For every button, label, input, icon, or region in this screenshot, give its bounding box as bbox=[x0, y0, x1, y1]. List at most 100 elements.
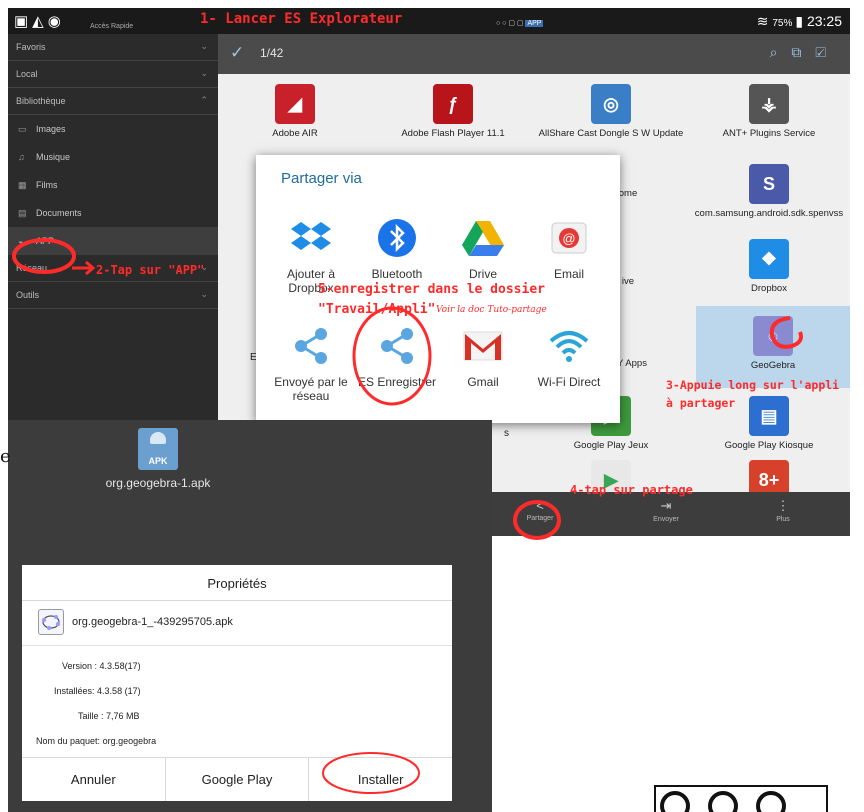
send-button[interactable]: ⇥ Envoyer bbox=[626, 498, 706, 523]
dropbox-icon bbox=[288, 215, 334, 261]
sidebar-section-label: Réseau bbox=[16, 263, 48, 273]
cancel-button[interactable]: Annuler bbox=[22, 758, 166, 801]
kiosque-icon: ▤ bbox=[749, 396, 789, 436]
stray-text: e bbox=[0, 446, 11, 467]
grid-fragment: s bbox=[504, 428, 509, 439]
cc-icon bbox=[660, 791, 690, 812]
share-option-label: Wi-Fi Direct bbox=[537, 375, 601, 389]
gmail-icon bbox=[460, 323, 506, 369]
apk-file-name: org.geogebra-1.apk bbox=[105, 476, 211, 490]
more-label: Plus bbox=[776, 516, 790, 523]
sidebar-item-label: Films bbox=[36, 180, 58, 190]
drive-icon bbox=[460, 215, 506, 261]
app-ant-plugins[interactable]: ⚶ ANT+ Plugins Service bbox=[692, 84, 846, 139]
share-option-label: ES Enregistrer bbox=[357, 375, 437, 389]
status-app-chip: APP bbox=[525, 20, 544, 27]
sidebar-item-images[interactable]: ▭ Images bbox=[8, 115, 218, 143]
share-option-label: Envoyé par le réseau bbox=[274, 375, 348, 403]
share-es-icon bbox=[288, 323, 334, 369]
share-bluetooth[interactable]: Bluetooth bbox=[354, 215, 440, 281]
sidebar-item-musique[interactable]: ♫ Musique bbox=[8, 143, 218, 171]
property-size: Taille : 7,76 MB bbox=[78, 711, 140, 721]
nc-icon bbox=[756, 791, 786, 812]
share-es-save[interactable]: ES Enregistrer bbox=[354, 323, 440, 389]
app-dropbox[interactable]: ❖ Dropbox bbox=[692, 239, 846, 294]
annotation-step1: 1- Lancer ES Explorateur bbox=[200, 11, 403, 27]
app-label: Adobe AIR bbox=[272, 128, 318, 139]
flash-icon: ƒ bbox=[433, 84, 473, 124]
selection-count: 1/42 bbox=[260, 46, 284, 60]
music-icon: ♫ bbox=[18, 152, 25, 162]
dialog-buttons: Annuler Google Play Installer bbox=[22, 757, 452, 801]
app-allshare[interactable]: ◎ AllShare Cast Dongle S W Update bbox=[534, 84, 688, 139]
cc-license-badge bbox=[654, 785, 828, 812]
share-option-label: Email bbox=[553, 267, 584, 281]
share-button[interactable]: < Partager bbox=[500, 498, 580, 522]
share-network[interactable]: Envoyé par le réseau bbox=[268, 323, 354, 403]
geogebra-icon: ◌ bbox=[753, 316, 793, 356]
share-gmail[interactable]: Gmail bbox=[440, 323, 526, 389]
app-adobe-air[interactable]: ◢ Adobe AIR bbox=[218, 84, 372, 139]
installer-screenshot: APK org.geogebra-1.apk Propriétés org.ge… bbox=[8, 420, 492, 812]
annotation-step3: à partager bbox=[666, 396, 736, 410]
apk-file[interactable]: APK org.geogebra-1.apk bbox=[78, 428, 238, 490]
dropbox-icon: ❖ bbox=[749, 239, 789, 279]
chevron-down-icon: ⌄ bbox=[200, 289, 208, 299]
app-label: ANT+ Plugins Service bbox=[722, 128, 816, 139]
property-package: Nom du paquet: org.geogebra bbox=[36, 736, 156, 746]
install-button[interactable]: Installer bbox=[309, 758, 452, 801]
chevron-down-icon: ⌄ bbox=[200, 68, 208, 78]
annotation-step5: "Travail/Appli" bbox=[318, 302, 436, 317]
sidebar-section-bibliotheque[interactable]: Bibliothèque ⌃ bbox=[8, 88, 218, 115]
sidebar-item-documents[interactable]: ▤ Documents bbox=[8, 199, 218, 227]
adobe-air-icon: ◢ bbox=[275, 84, 315, 124]
google-play-button[interactable]: Google Play bbox=[166, 758, 310, 801]
check-icon[interactable]: ✓ bbox=[230, 43, 244, 63]
app-adobe-flash[interactable]: ƒ Adobe Flash Player 11.1 bbox=[376, 84, 530, 139]
apk-icon-text: APK bbox=[148, 456, 168, 466]
app-label: com.samsung.android.sdk.spenvss bbox=[694, 208, 844, 219]
sidebar-section-label: Local bbox=[16, 69, 38, 79]
sidebar-section-outils[interactable]: Outils ⌄ bbox=[8, 282, 218, 309]
app-geogebra[interactable]: ◌ GeoGebra bbox=[696, 306, 850, 388]
property-label: Installées: bbox=[54, 686, 95, 696]
file-row: org.geogebra-1_-439295705.apk bbox=[38, 609, 233, 635]
property-value: 4.3.58(17) bbox=[99, 661, 141, 671]
annotation-step5: 5-enregistrer dans le dossier bbox=[318, 282, 545, 297]
property-label: Version : bbox=[62, 661, 98, 671]
share-option-label: Drive bbox=[468, 267, 497, 281]
app-spen[interactable]: Scom.samsung.android.sdk.spenvss bbox=[692, 164, 846, 219]
select-all-icon[interactable]: ☑ bbox=[815, 44, 840, 60]
sidebar-section-favoris[interactable]: Favoris ⌄ bbox=[8, 34, 218, 61]
share-wifi-direct[interactable]: Wi-Fi Direct bbox=[526, 323, 612, 389]
property-value: 7,76 MB bbox=[106, 711, 140, 721]
sidebar-item-label: Images bbox=[36, 124, 66, 134]
image-icon: ▭ bbox=[18, 124, 27, 134]
share-email[interactable]: @ Email bbox=[526, 215, 612, 281]
send-label: Envoyer bbox=[653, 516, 679, 523]
sidebar-section-label: Favoris bbox=[16, 42, 46, 52]
select-range-icon[interactable]: ⧉ bbox=[791, 44, 815, 60]
sidebar-item-label: APP bbox=[36, 236, 55, 246]
sidebar-item-films[interactable]: ▦ Films bbox=[8, 171, 218, 199]
spen-icon: S bbox=[749, 164, 789, 204]
share-drive[interactable]: Drive bbox=[440, 215, 526, 281]
battery-icon: ▮ bbox=[795, 13, 804, 29]
ant-icon: ⚶ bbox=[749, 84, 789, 124]
share-label: Partager bbox=[526, 515, 554, 522]
sidebar-item-app[interactable]: ◒ APP bbox=[8, 227, 218, 255]
annotation-step3: 3-Appuie long sur l'appli bbox=[666, 378, 840, 392]
more-icon: ⋮ bbox=[776, 498, 790, 513]
wifi-direct-icon bbox=[546, 323, 592, 369]
share-icon: < bbox=[536, 498, 544, 513]
dialog-title: Partager via bbox=[281, 170, 362, 187]
app-label: Google Play Kiosque bbox=[724, 440, 814, 451]
app-label: Google Play Jeux bbox=[573, 440, 649, 451]
geogebra-icon bbox=[38, 609, 64, 635]
search-icon[interactable]: ⌕ bbox=[770, 44, 792, 60]
sidebar-section-local[interactable]: Local ⌄ bbox=[8, 61, 218, 88]
dialog-title: Propriétés bbox=[22, 565, 452, 601]
property-version: Version : 4.3.58(17) bbox=[62, 661, 141, 671]
clock: 23:25 bbox=[806, 13, 842, 29]
more-button[interactable]: ⋮ Plus bbox=[743, 498, 823, 523]
